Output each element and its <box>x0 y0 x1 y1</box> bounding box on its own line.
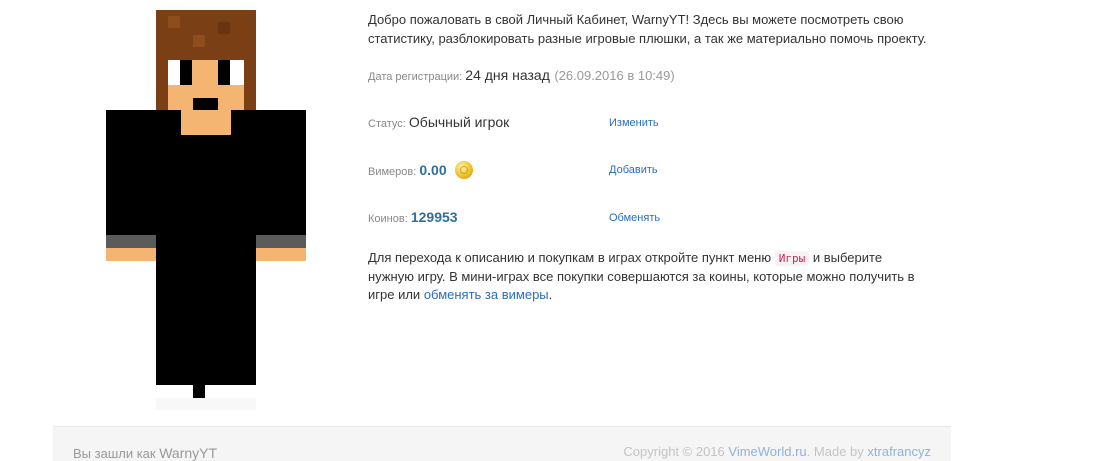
copyright: Copyright © 2016 VimeWorld.ru. Made by x… <box>623 444 931 459</box>
registration-date: (26.09.2016 в 10:49) <box>554 68 675 83</box>
skin-shoe-bottom <box>156 398 256 410</box>
skin-hair-shade <box>218 22 230 34</box>
skin-neck <box>181 110 231 135</box>
made-by-text: Made by <box>813 444 864 459</box>
coins-label: Коинов <box>368 213 405 225</box>
exchange-coins-link[interactable]: Обменять <box>609 212 660 224</box>
site-link[interactable]: VimeWorld.ru <box>728 444 806 459</box>
registration-row: Дата регистрации: 24 дня назад (26.09.20… <box>368 67 675 83</box>
vimers-row: Вимеров: 0.00 Добавить <box>368 161 658 179</box>
games-menu-tag: Игры <box>774 251 810 266</box>
info-text-part1: Для перехода к описанию и покупкам в игр… <box>368 250 772 265</box>
vimers-label: Вимеров <box>368 166 414 178</box>
status-row: Статус: Обычный игрок Изменить <box>368 114 659 130</box>
skin-eye-right-white <box>230 60 244 85</box>
coins-row: Коинов: 129953 Обменять <box>368 209 661 225</box>
registration-value: 24 дня назад <box>465 67 550 83</box>
skin-eye-left-white <box>168 60 180 85</box>
logged-in-as: Вы зашли как WarnyYT <box>73 445 217 461</box>
status-label: Статус <box>368 118 403 130</box>
skin-sleeve-band-right <box>256 235 306 248</box>
author-link[interactable]: xtrafrancyz <box>867 444 931 459</box>
welcome-text: Добро пожаловать в свой Личный Кабинет, … <box>368 12 927 46</box>
add-vimers-link[interactable]: Добавить <box>609 164 658 176</box>
gold-coin-icon <box>455 161 474 179</box>
games-info-text: Для перехода к описанию и покупкам в игр… <box>368 249 928 304</box>
vimers-value: 0.00 <box>419 162 447 178</box>
skin-hand-right <box>256 248 306 261</box>
skin-hair-side <box>244 60 256 110</box>
logged-in-prefix: Вы зашли как <box>73 446 156 461</box>
skin-legs <box>156 235 256 385</box>
skin-shoe-left <box>168 385 193 398</box>
skin-mouth <box>193 98 218 110</box>
footer: Вы зашли как WarnyYT Copyright © 2016 Vi… <box>53 426 951 461</box>
status-value: Обычный игрок <box>408 114 510 130</box>
skin-eye-right <box>218 60 230 85</box>
skin-shoe-right <box>218 385 244 398</box>
skin-hair-shade <box>193 35 205 47</box>
copyright-text: Copyright © 2016 <box>623 444 725 459</box>
skin-hair-side <box>156 60 168 110</box>
skin-hand-left <box>106 248 156 261</box>
skin-hair-shade <box>168 16 180 28</box>
change-status-link[interactable]: Изменить <box>609 117 659 129</box>
player-skin <box>106 10 306 410</box>
info-text-end: . <box>548 287 553 302</box>
account-info: Добро пожаловать в свой Личный Кабинет, … <box>368 10 928 302</box>
registration-label: Дата регистрации <box>368 71 460 83</box>
exchange-for-vimers-link[interactable]: обменять за вимеры <box>424 287 549 302</box>
page: Добро пожаловать в свой Личный Кабинет, … <box>0 0 1119 461</box>
skin-shoe-gap <box>193 385 205 398</box>
footer-username: WarnyYT <box>159 445 218 461</box>
skin-eye-left <box>180 60 192 85</box>
skin-sleeve-band-left <box>106 235 156 248</box>
coins-value: 129953 <box>410 209 458 225</box>
